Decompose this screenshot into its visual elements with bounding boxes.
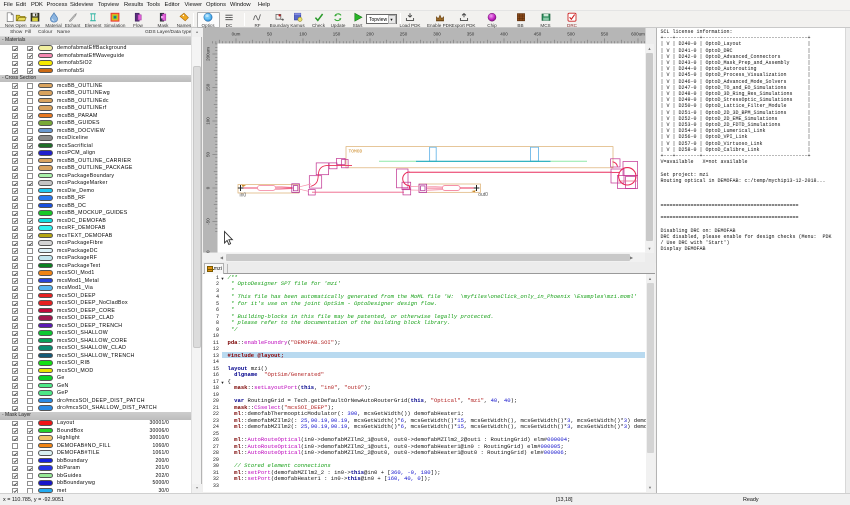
svg-text:100: 100 [206,117,211,125]
svg-text:350: 350 [467,32,475,37]
svg-text:600um: 600um [631,32,645,37]
svg-text:50: 50 [206,152,211,158]
svg-text:150: 150 [206,83,211,91]
svg-text:400: 400 [500,32,508,37]
svg-text:450: 450 [534,32,542,37]
svg-text:200um: 200um [206,47,211,61]
svg-text:in0: in0 [240,192,247,198]
svg-text:out0: out0 [478,192,488,198]
svg-text:100: 100 [299,32,307,37]
svg-text:TOMOD: TOMOD [349,148,363,154]
svg-text:200: 200 [366,32,374,37]
svg-text:-50: -50 [206,218,211,225]
svg-text:550: 550 [601,32,609,37]
svg-text:0um: 0um [232,32,241,37]
svg-text:300: 300 [433,32,441,37]
svg-text:250: 250 [400,32,408,37]
svg-text:50: 50 [267,32,273,37]
svg-text:500: 500 [567,32,575,37]
svg-text:150: 150 [333,32,341,37]
